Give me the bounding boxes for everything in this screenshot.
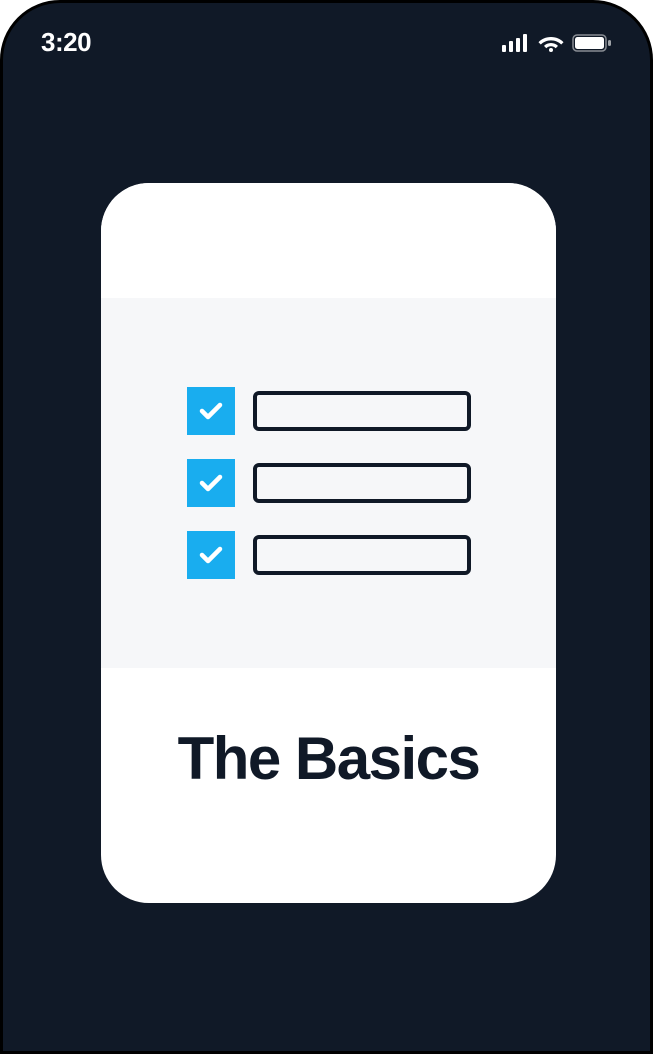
checklist-illustration (187, 387, 471, 579)
checklist-line (253, 391, 471, 431)
card-top-spacer (101, 183, 556, 298)
checklist-line (253, 463, 471, 503)
checklist-row (187, 531, 471, 579)
card-title: The Basics (178, 724, 480, 793)
card-title-section: The Basics (101, 668, 556, 903)
checkbox-checked-icon (187, 531, 235, 579)
device-frame: 3:20 (0, 0, 653, 1054)
signal-icon (502, 34, 530, 52)
checklist-line (253, 535, 471, 575)
status-time: 3:20 (41, 27, 91, 58)
wifi-icon (538, 34, 564, 52)
card-illustration (101, 298, 556, 668)
checklist-row (187, 387, 471, 435)
content-card[interactable]: The Basics (101, 183, 556, 903)
status-bar: 3:20 (3, 3, 650, 58)
checkbox-checked-icon (187, 387, 235, 435)
status-indicators (502, 34, 612, 52)
battery-icon (572, 34, 612, 52)
checkbox-checked-icon (187, 459, 235, 507)
checklist-row (187, 459, 471, 507)
